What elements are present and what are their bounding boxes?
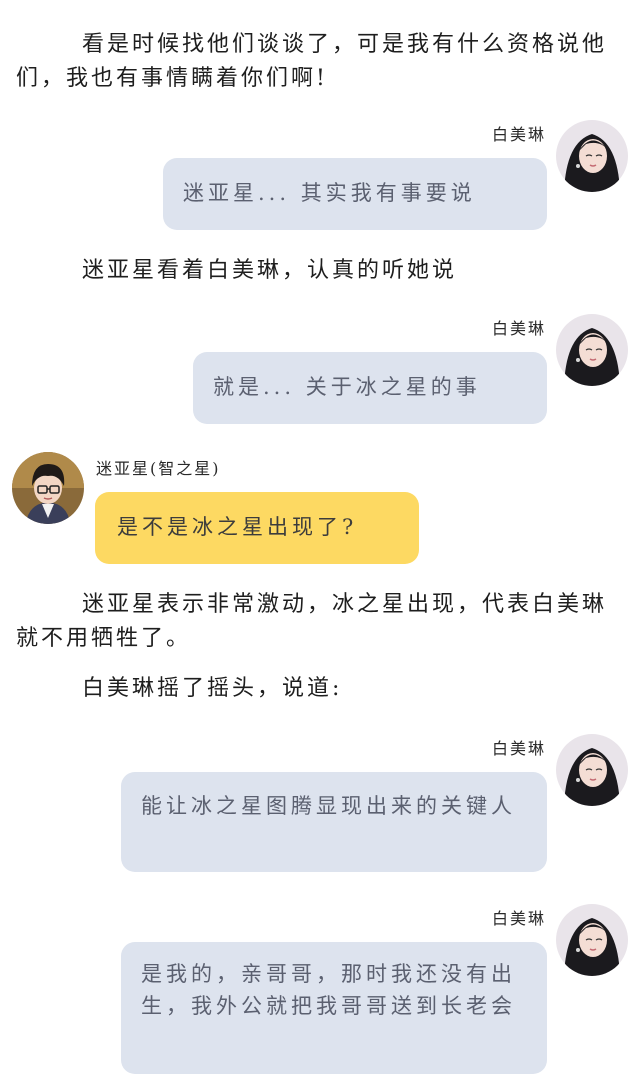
narration-text: 迷亚星看着白美琳，认真的听她说 [82, 258, 458, 283]
narration-text: 白美琳摇了摇头，说道: [82, 676, 343, 701]
message-text: 是不是冰之星出现了? [117, 515, 358, 539]
message-text: 能让冰之星图腾显现出来的关键人 [141, 794, 516, 818]
message-text: 就是... 关于冰之星的事 [213, 375, 481, 399]
message-text: 迷亚星... 其实我有事要说 [183, 181, 476, 205]
narration-text: 看是时候找他们谈谈了，可是我有什么资格说他们，我也有事情瞒着你们啊! [16, 32, 608, 91]
speaker-name: 白美琳 [491, 739, 546, 758]
narration-text: 迷亚星表示非常激动，冰之星出现，代表白美琳就不用牺牲了。 [16, 592, 608, 651]
girl-avatar-icon[interactable] [556, 734, 628, 806]
story-chat-page: 看是时候找他们谈谈了，可是我有什么资格说他们，我也有事情瞒着你们啊! 白美琳 迷… [0, 0, 640, 1084]
speaker-name: 白美琳 [491, 125, 546, 144]
speaker-name: 白美琳 [491, 909, 546, 928]
chat-bubble: 能让冰之星图腾显现出来的关键人 [121, 772, 547, 872]
chat-bubble: 就是... 关于冰之星的事 [193, 352, 547, 424]
chat-bubble: 是我的，亲哥哥，那时我还没有出生，我外公就把我哥哥送到长老会 [121, 942, 547, 1074]
girl-avatar-icon[interactable] [556, 904, 628, 976]
message-text: 是我的，亲哥哥，那时我还没有出生，我外公就把我哥哥送到长老会 [141, 962, 516, 1018]
chat-bubble: 迷亚星... 其实我有事要说 [163, 158, 547, 230]
girl-avatar-icon[interactable] [556, 120, 628, 192]
boy-avatar-icon[interactable] [12, 452, 84, 524]
speaker-name: 白美琳 [491, 319, 546, 338]
chat-bubble: 是不是冰之星出现了? [95, 492, 419, 564]
speaker-name: 迷亚星(智之星) [96, 459, 221, 478]
girl-avatar-icon[interactable] [556, 314, 628, 386]
